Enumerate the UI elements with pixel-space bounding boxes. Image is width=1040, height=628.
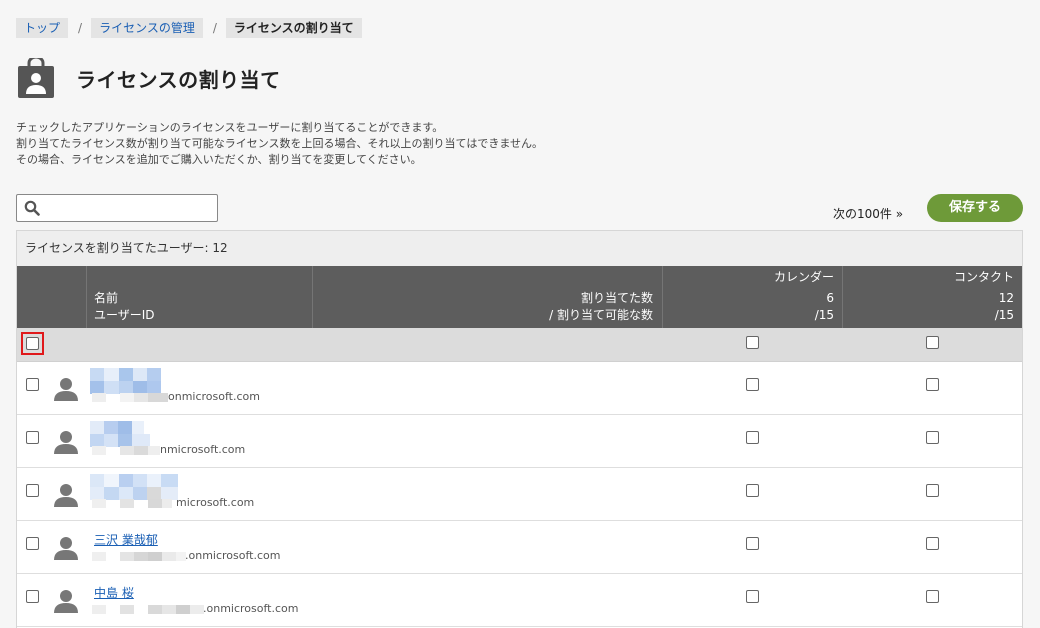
search-box[interactable] [16, 194, 218, 222]
user-icon [54, 590, 78, 613]
calendar-checkbox[interactable] [746, 484, 759, 497]
contact-checkbox[interactable] [926, 590, 939, 603]
user-icon [54, 431, 78, 454]
table-header: 名前 ユーザーID 割り当てた数 / 割り当て可能な数 カレンダー 6 /15 … [17, 266, 1022, 328]
masked-user-id [92, 499, 172, 508]
select-all-checkbox[interactable] [26, 337, 39, 350]
column-divider [842, 266, 843, 328]
masked-name [90, 421, 150, 447]
table-row: onmicrosoft.com [17, 362, 1022, 415]
user-domain: microsoft.com [176, 496, 255, 509]
user-domain: .onmicrosoft.com [185, 549, 281, 562]
breadcrumb-license-manage[interactable]: ライセンスの管理 [91, 18, 203, 38]
description-line: チェックしたアプリケーションのライセンスをユーザーに割り当てることができます。 [16, 121, 444, 134]
table-row: 三沢 業哉郁 .onmicrosoft.com [17, 521, 1022, 574]
breadcrumb-separator: / [78, 21, 83, 35]
header-assigned: 割り当てた数 [580, 291, 653, 305]
breadcrumb: トップ / ライセンスの管理 / ライセンスの割り当て [16, 18, 362, 38]
user-domain: onmicrosoft.com [168, 390, 260, 403]
search-input[interactable] [45, 198, 213, 218]
next-page-link[interactable]: 次の100件 » [833, 205, 903, 222]
contact-checkbox[interactable] [926, 431, 939, 444]
breadcrumb-top[interactable]: トップ [16, 18, 69, 38]
header-contact: コンタクト [953, 270, 1014, 284]
breadcrumb-current: ライセンスの割り当て [225, 18, 362, 38]
description-line: 割り当てたライセンス数が割り当て可能なライセンス数を上回る場合、それ以上の割り当… [16, 137, 544, 150]
column-divider [86, 266, 87, 328]
contact-total: /15 [994, 308, 1014, 322]
header-calendar: カレンダー [773, 270, 834, 284]
user-icon [54, 484, 78, 507]
table-row: nmicrosoft.com [17, 415, 1022, 468]
header-name: 名前 [94, 291, 119, 305]
masked-user-id [92, 393, 168, 402]
masked-user-id [92, 605, 204, 614]
column-divider [662, 266, 663, 328]
assigned-user-count: ライセンスを割り当てたユーザー: 12 [17, 231, 1022, 266]
license-table: ライセンスを割り当てたユーザー: 12 名前 ユーザーID 割り当てた数 / 割… [16, 230, 1023, 628]
header-user-id: ユーザーID [94, 308, 155, 322]
search-icon [24, 200, 40, 216]
calendar-checkbox[interactable] [746, 590, 759, 603]
masked-user-id [92, 446, 160, 455]
user-domain: .onmicrosoft.com [203, 602, 299, 615]
row-checkbox[interactable] [26, 484, 39, 497]
row-checkbox[interactable] [26, 378, 39, 391]
table-row: 中島 桜 .onmicrosoft.com [17, 574, 1022, 627]
calendar-checkbox[interactable] [746, 378, 759, 391]
user-icon [54, 378, 78, 401]
calendar-checkbox[interactable] [746, 537, 759, 550]
contact-checkbox[interactable] [926, 484, 939, 497]
table-row: microsoft.com [17, 468, 1022, 521]
contact-assigned-count: 12 [998, 291, 1014, 305]
breadcrumb-separator: / [212, 21, 217, 35]
masked-name [90, 368, 162, 394]
license-bag-icon [18, 58, 54, 98]
masked-user-id [92, 552, 186, 561]
row-checkbox[interactable] [26, 431, 39, 444]
user-icon [54, 537, 78, 560]
masked-name [90, 474, 178, 500]
row-checkbox[interactable] [26, 590, 39, 603]
calendar-all-checkbox[interactable] [746, 336, 759, 349]
calendar-checkbox[interactable] [746, 431, 759, 444]
page-title: ライセンスの割り当て [76, 68, 281, 92]
contact-checkbox[interactable] [926, 378, 939, 391]
calendar-total: /15 [814, 308, 834, 322]
select-all-row [17, 328, 1022, 362]
contact-all-checkbox[interactable] [926, 336, 939, 349]
calendar-assigned-count: 6 [826, 291, 834, 305]
contact-checkbox[interactable] [926, 537, 939, 550]
description-line: その場合、ライセンスを追加でご購入いただくか、割り当てを変更してください。 [16, 153, 422, 166]
user-name-link[interactable]: 三沢 業哉郁 [94, 531, 158, 548]
header-assignable: / 割り当て可能な数 [549, 308, 653, 322]
page-description: チェックしたアプリケーションのライセンスをユーザーに割り当てることができます。 … [16, 120, 543, 168]
user-name-link[interactable]: 中島 桜 [94, 584, 134, 601]
row-checkbox[interactable] [26, 537, 39, 550]
user-domain: nmicrosoft.com [160, 443, 246, 456]
save-button[interactable]: 保存する [927, 194, 1023, 222]
column-divider [312, 266, 313, 328]
